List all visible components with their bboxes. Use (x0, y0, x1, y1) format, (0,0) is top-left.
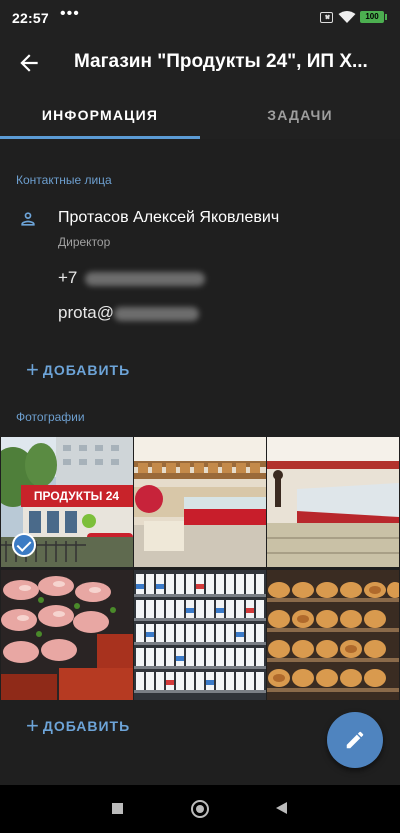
photo-grocery-counter[interactable] (134, 437, 266, 567)
recents-icon[interactable] (112, 803, 123, 814)
battery-icon: 100 (360, 11, 387, 23)
edit-fab-button[interactable] (327, 712, 383, 768)
back-arrow-icon[interactable] (16, 50, 42, 76)
notification-dots-icon: ••• (60, 5, 80, 22)
phone-prefix: +7 (58, 268, 78, 287)
tab-indicator (0, 136, 200, 139)
pencil-icon (346, 731, 364, 749)
photo-deli-counter[interactable] (267, 437, 399, 567)
contacts-section-label: Контактные лица (16, 173, 112, 187)
tab-information[interactable]: ИНФОРМАЦИЯ (0, 92, 200, 139)
contact-phone[interactable]: +7 (58, 268, 206, 288)
no-sim-icon (320, 12, 333, 23)
tab-bar: ИНФОРМАЦИЯ ЗАДАЧИ (0, 92, 400, 139)
wifi-icon (338, 11, 356, 23)
status-time: 22:57 (12, 10, 49, 26)
store-sign-text: ПРОДУКТЫ 24 (33, 489, 120, 503)
photo-meat-display[interactable] (1, 570, 133, 700)
tab-tasks[interactable]: ЗАДАЧИ (200, 92, 400, 139)
contact-email[interactable]: prota@ (58, 303, 200, 323)
add-contact-button[interactable]: + ДОБАВИТЬ (26, 357, 131, 384)
photo-bread-shelves[interactable] (267, 570, 399, 700)
page-title: Магазин "Продукты 24", ИП Х... (74, 51, 368, 72)
add-photo-label: ДОБАВИТЬ (42, 718, 131, 734)
photo-dairy-shelves[interactable] (134, 570, 266, 700)
contact-name[interactable]: Протасов Алексей Яковлевич (58, 209, 279, 227)
photos-section-label: Фотографии (16, 410, 85, 424)
home-icon[interactable] (191, 800, 209, 818)
contact-role: Директор (58, 235, 111, 249)
nav-back-icon[interactable] (276, 802, 287, 814)
add-contact-label: ДОБАВИТЬ (42, 362, 131, 378)
add-photo-button[interactable]: + ДОБАВИТЬ (26, 713, 131, 740)
status-bar: 22:57 ••• 100 (0, 0, 400, 36)
plus-icon: + (26, 713, 40, 738)
plus-icon: + (26, 357, 40, 382)
person-icon (21, 212, 35, 226)
system-nav-bar (0, 785, 400, 833)
selected-check-icon (12, 533, 36, 557)
email-redacted (114, 306, 200, 321)
phone-redacted (85, 271, 206, 286)
app-bar: Магазин "Продукты 24", ИП Х... (0, 36, 400, 92)
email-prefix: prota@ (58, 303, 115, 322)
